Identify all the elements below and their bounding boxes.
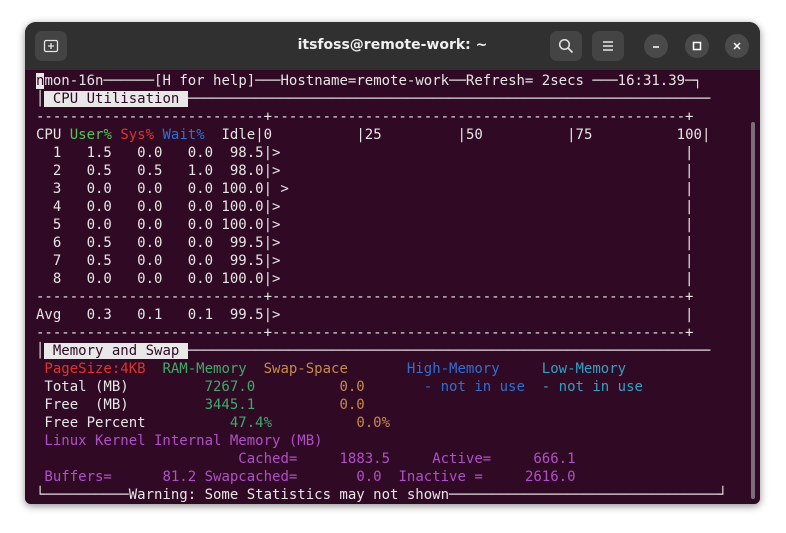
terminal-area[interactable]: nmon-16n──────[H for help]───Hostname=re…	[25, 70, 760, 504]
cpu-row: 4 0.0 0.0 0.0 100.0|> |	[36, 199, 694, 215]
help-hint: [H for help]	[154, 73, 256, 89]
maximize-button[interactable]	[685, 34, 709, 58]
search-button[interactable]	[550, 31, 582, 61]
cpu-separator-bottom: ---------------------------+------------…	[36, 325, 694, 341]
swapcached-label: Swapcached=	[204, 469, 298, 485]
maximize-icon	[692, 41, 702, 51]
cpu-section-header-line: │ CPU Utilisation ──────────────────────…	[36, 91, 711, 107]
minimize-icon	[653, 46, 659, 48]
inactive-label: Inactive =	[398, 469, 483, 485]
free-swap: 0.0	[339, 397, 365, 413]
cpu-row: 3 0.0 0.0 0.0 100.0| > |	[36, 181, 694, 197]
active-label: Active=	[432, 451, 492, 467]
cpu-section-header: CPU Utilisation	[44, 91, 188, 107]
hamburger-menu-icon	[603, 41, 613, 51]
close-icon	[733, 42, 741, 50]
active-value: 666.1	[533, 451, 576, 467]
free-percent-swap: 0.0%	[356, 415, 391, 431]
inactive-value: 2616.0	[524, 469, 576, 485]
total-ram: 7267.0	[204, 379, 256, 395]
free-label: Free (MB)	[36, 397, 129, 413]
cpu-row: 6 0.5 0.0 0.0 99.5|> |	[36, 235, 694, 251]
memory-section-header-line: │ Memory and Swap ──────────────────────…	[36, 343, 711, 359]
col-cpu: CPU	[36, 127, 62, 143]
swap-space-header: Swap-Space	[263, 361, 348, 377]
kernel-memory-label: Linux Kernel Internal Memory (MB)	[36, 433, 323, 449]
cached-label: Cached=	[238, 451, 298, 467]
total-swap: 0.0	[339, 379, 365, 395]
warning-text: Warning: Some Statistics may not shown	[128, 487, 450, 503]
cpu-row: 2 0.5 0.5 1.0 98.0|> |	[36, 163, 694, 179]
low-memory-status: - not in use	[541, 379, 643, 395]
cached-active-row: Cached= 1883.5 Active= 666.1	[36, 450, 576, 468]
memory-free-percent-row: Free Percent 47.4% 0.0%	[36, 414, 390, 432]
minimize-button[interactable]	[644, 34, 668, 58]
low-memory-header: Low-Memory	[541, 361, 627, 377]
scrollbar[interactable]	[751, 122, 755, 499]
menu-button[interactable]	[592, 31, 624, 61]
high-memory-status: - not in use	[423, 379, 525, 395]
free-percent-label: Free Percent	[36, 415, 146, 431]
buffers-label: Buffers=	[36, 469, 112, 485]
col-wait: Wait%	[162, 127, 205, 143]
cached-value: 1883.5	[339, 451, 391, 467]
swapcached-value: 0.0	[356, 469, 382, 485]
cpu-separator-mid: ---------------------------+------------…	[36, 289, 694, 305]
title-bar: itsfoss@remote-work: ~	[25, 22, 760, 70]
terminal-window: itsfoss@remote-work: ~ nmon-16n──────[H …	[25, 22, 760, 504]
cpu-row: 1 1.5 0.0 0.0 98.5|> |	[36, 145, 694, 161]
buffers-value: 81.2	[162, 469, 197, 485]
col-idle: Idle|0	[221, 127, 273, 143]
cpu-row: 8 0.0 0.0 0.0 100.0|> |	[36, 271, 694, 287]
free-ram: 3445.1	[204, 397, 256, 413]
cpu-row: 5 0.0 0.0 0.0 100.0|> |	[36, 217, 694, 233]
cpu-scale: |25 |50 |75 100|	[272, 127, 711, 143]
memory-free-row: Free (MB) 3445.1 0.0	[36, 396, 365, 414]
memory-total-row: Total (MB) 7267.0 0.0 - not in use - not…	[36, 378, 643, 396]
clock-time: 16:31.39	[617, 73, 686, 89]
hostname: Hostname=remote-work	[280, 73, 450, 89]
total-label: Total (MB)	[36, 379, 129, 395]
nmon-version: mon-16n	[44, 73, 104, 89]
memory-column-headers: PageSize:4KB RAM-Memory Swap-Space High-…	[36, 360, 626, 378]
free-percent-ram: 47.4%	[229, 415, 273, 431]
close-button[interactable]	[725, 34, 749, 58]
cpu-row: 7 0.5 0.0 0.0 99.5|> |	[36, 253, 694, 269]
col-user: User%	[69, 127, 112, 143]
cpu-separator-top: ---------------------------+------------…	[36, 109, 694, 125]
nmon-top-border: nmon-16n──────[H for help]───Hostname=re…	[36, 73, 702, 89]
col-sys: Sys%	[120, 127, 155, 143]
warning-line: └──────────Warning: Some Statistics may …	[36, 487, 728, 503]
cpu-average-row: Avg 0.3 0.1 0.1 99.5|> |	[36, 307, 694, 323]
page-size: PageSize:4KB	[36, 361, 146, 377]
cpu-column-headers: CPU User% Sys% Wait% Idle|0 |25 |50 |75 …	[36, 126, 710, 144]
ram-memory-header: RAM-Memory	[162, 361, 247, 377]
buffers-inactive-row: Buffers= 81.2 Swapcached= 0.0 Inactive =…	[36, 468, 576, 486]
high-memory-header: High-Memory	[406, 361, 500, 377]
refresh-rate: Refresh= 2secs	[465, 73, 584, 89]
search-icon	[558, 38, 574, 54]
memory-section-header: Memory and Swap	[44, 343, 188, 359]
